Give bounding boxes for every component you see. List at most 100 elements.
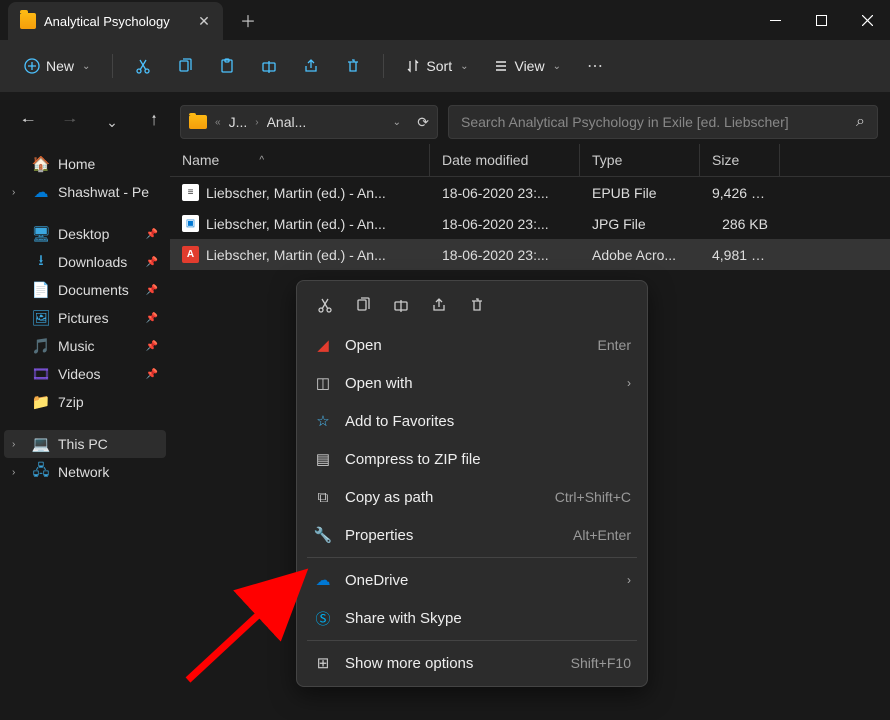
more-options-icon: ⊞ xyxy=(313,653,333,673)
new-button[interactable]: New ⌄ xyxy=(14,52,100,80)
file-row[interactable]: ▣Liebscher, Martin (ed.) - An... 18-06-2… xyxy=(170,208,890,239)
view-button[interactable]: View ⌄ xyxy=(484,52,570,80)
chevron-down-icon[interactable]: ⌄ xyxy=(393,117,401,128)
pin-icon: 📌 xyxy=(146,341,158,352)
maximize-button[interactable] xyxy=(798,0,844,40)
chevron-right-icon[interactable]: › xyxy=(12,467,24,478)
search-icon[interactable]: ⌕ xyxy=(856,113,865,131)
chevron-right-icon[interactable]: › xyxy=(12,187,24,198)
ctx-onedrive[interactable]: ☁OneDrive› xyxy=(301,561,643,599)
search-box[interactable]: ⌕ xyxy=(448,105,878,139)
rename-button[interactable] xyxy=(251,48,287,84)
ctx-copy-path[interactable]: ⧉Copy as pathCtrl+Shift+C xyxy=(301,478,643,516)
sidebar-item-desktop[interactable]: 🖥 Desktop 📌 xyxy=(4,220,166,248)
sidebar-item-pictures[interactable]: 🖼Pictures📌 xyxy=(4,304,166,332)
file-size: 286 KB xyxy=(700,213,780,235)
up-button[interactable]: 🠑 xyxy=(138,106,170,138)
sidebar-item-videos[interactable]: 🎞 Videos 📌 xyxy=(4,360,166,388)
sidebar-item-downloads[interactable]: ⭳Downloads📌 xyxy=(4,248,166,276)
view-label: View xyxy=(514,58,544,74)
recent-button[interactable]: ⌄ xyxy=(96,106,128,138)
file-type: JPG File xyxy=(580,213,700,235)
breadcrumb-seg[interactable]: Anal... xyxy=(267,114,307,130)
separator xyxy=(307,557,637,558)
music-icon: 🎵 xyxy=(32,337,50,355)
new-tab-button[interactable]: ＋ xyxy=(231,3,265,37)
pin-icon: 📌 xyxy=(146,369,158,380)
ctx-favorites[interactable]: ☆Add to Favorites xyxy=(301,402,643,440)
ctx-compress[interactable]: ▤Compress to ZIP file xyxy=(301,440,643,478)
ctx-copy-button[interactable] xyxy=(345,289,381,321)
ctx-open-with[interactable]: ◫Open with› xyxy=(301,364,643,402)
ctx-skype[interactable]: ⓈShare with Skype xyxy=(301,599,643,637)
sidebar-item-onedrive[interactable]: › ☁ Shashwat - Pe xyxy=(4,178,166,206)
wrench-icon: 🔧 xyxy=(313,525,333,545)
sidebar-item-label: Videos xyxy=(58,366,101,382)
context-menu: ◢OpenEnter ◫Open with› ☆Add to Favorites… xyxy=(296,280,648,687)
column-type[interactable]: Type xyxy=(580,144,700,176)
sidebar: 🏠Home › ☁ Shashwat - Pe 🖥 Desktop 📌 ⭳Downloa… xyxy=(0,144,170,720)
column-name[interactable]: Name^ xyxy=(170,144,430,176)
sidebar-item-network[interactable]: ›🖧Network xyxy=(4,458,166,486)
sidebar-item-label: Shashwat - Pe xyxy=(58,184,149,200)
ctx-delete-button[interactable] xyxy=(459,289,495,321)
ctx-cut-button[interactable] xyxy=(307,289,343,321)
back-button[interactable]: 🠐 xyxy=(12,106,44,138)
minimize-button[interactable] xyxy=(752,0,798,40)
chevron-down-icon: ⌄ xyxy=(82,61,90,72)
chevron-right-icon: › xyxy=(627,573,631,587)
cut-button[interactable] xyxy=(125,48,161,84)
ctx-properties[interactable]: 🔧PropertiesAlt+Enter xyxy=(301,516,643,554)
search-input[interactable] xyxy=(461,114,856,130)
sidebar-item-label: Desktop xyxy=(58,226,109,242)
document-icon: 📄 xyxy=(32,281,50,299)
share-button[interactable] xyxy=(293,48,329,84)
address-bar[interactable]: « J... › Anal... ⌄ ⟳ xyxy=(180,105,438,139)
desktop-icon: 🖥 xyxy=(32,225,50,243)
copy-button[interactable] xyxy=(167,48,203,84)
home-icon: 🏠 xyxy=(32,155,50,173)
file-row[interactable]: ≡Liebscher, Martin (ed.) - An... 18-06-2… xyxy=(170,177,890,208)
cloud-icon: ☁ xyxy=(32,183,50,201)
pdf-icon: ◢ xyxy=(313,335,333,355)
sidebar-item-this-pc[interactable]: ›💻This PC xyxy=(4,430,166,458)
window-tab[interactable]: Analytical Psychology ✕ xyxy=(8,2,223,40)
plus-circle-icon xyxy=(24,58,40,74)
ctx-rename-button[interactable] xyxy=(383,289,419,321)
sidebar-item-music[interactable]: 🎵Music📌 xyxy=(4,332,166,360)
pdf-file-icon: A xyxy=(182,246,199,263)
file-type: Adobe Acro... xyxy=(580,244,700,266)
folder-icon xyxy=(189,115,207,129)
chevron-right-icon: › xyxy=(627,376,631,390)
chevron-right-icon[interactable]: › xyxy=(12,439,24,450)
breadcrumb-seg[interactable]: J... xyxy=(229,114,248,130)
more-button[interactable]: ⋯ xyxy=(577,48,613,84)
paste-button[interactable] xyxy=(209,48,245,84)
file-date: 18-06-2020 23:... xyxy=(430,244,580,266)
video-icon: 🎞 xyxy=(32,365,50,383)
close-window-button[interactable] xyxy=(844,0,890,40)
column-date[interactable]: Date modified xyxy=(430,144,580,176)
breadcrumb-sep: « xyxy=(215,117,221,128)
tab-title: Analytical Psychology xyxy=(44,14,189,29)
sidebar-item-7zip[interactable]: 📁7zip xyxy=(4,388,166,416)
chevron-right-icon: › xyxy=(255,117,258,128)
refresh-button[interactable]: ⟳ xyxy=(417,114,429,131)
sidebar-item-home[interactable]: 🏠Home xyxy=(4,150,166,178)
file-row-selected[interactable]: ALiebscher, Martin (ed.) - An... 18-06-2… xyxy=(170,239,890,270)
sort-icon xyxy=(406,59,420,73)
file-date: 18-06-2020 23:... xyxy=(430,182,580,204)
sidebar-item-documents[interactable]: 📄Documents📌 xyxy=(4,276,166,304)
ctx-share-button[interactable] xyxy=(421,289,457,321)
forward-button[interactable]: 🠒 xyxy=(54,106,86,138)
file-size: 4,981 KB xyxy=(700,244,780,266)
sort-button[interactable]: Sort ⌄ xyxy=(396,52,478,80)
ctx-open[interactable]: ◢OpenEnter xyxy=(301,326,643,364)
separator xyxy=(307,640,637,641)
column-size[interactable]: Size xyxy=(700,144,780,176)
pin-icon: 📌 xyxy=(146,229,158,240)
close-tab-icon[interactable]: ✕ xyxy=(197,14,211,28)
jpg-file-icon: ▣ xyxy=(182,215,199,232)
ctx-show-more[interactable]: ⊞Show more optionsShift+F10 xyxy=(301,644,643,682)
delete-button[interactable] xyxy=(335,48,371,84)
